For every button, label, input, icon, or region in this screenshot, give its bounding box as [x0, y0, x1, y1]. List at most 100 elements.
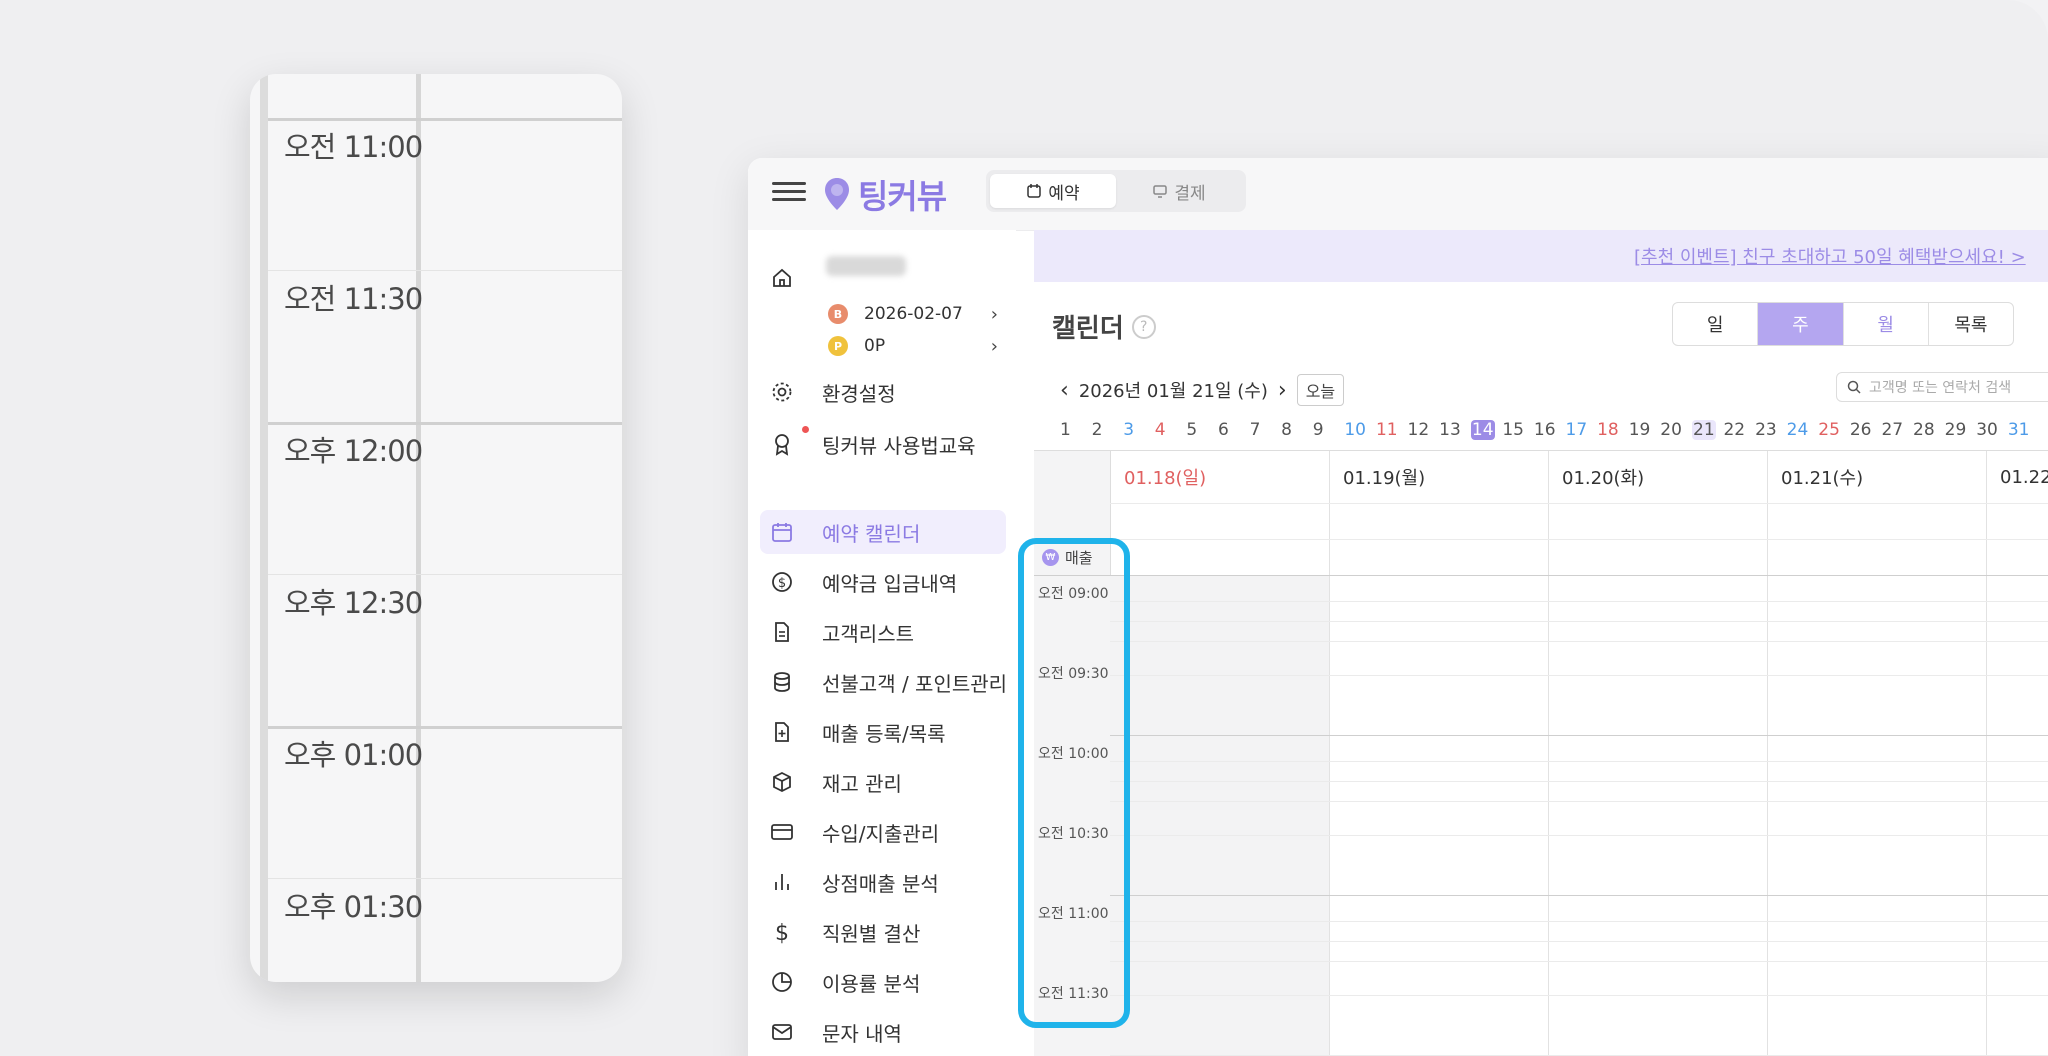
- page-title-text: 캘린더: [1052, 314, 1124, 344]
- zoom-slot: 오전 11:00: [268, 118, 622, 270]
- today-button[interactable]: 오늘: [1296, 374, 1345, 406]
- zoom-slot: 오후 12:30: [268, 574, 622, 726]
- current-date[interactable]: 2026년 01월 21일 (수): [1079, 377, 1268, 403]
- sidebar-item-education[interactable]: 팅커뷰 사용법교육: [768, 422, 976, 466]
- zoom-slot-label: 오후 12:30: [284, 586, 423, 620]
- day-number[interactable]: 20: [1660, 420, 1692, 440]
- row-line: [1110, 921, 2048, 922]
- help-icon[interactable]: ?: [1131, 314, 1156, 339]
- day-number[interactable]: 31: [2008, 420, 2040, 440]
- day-number[interactable]: 17: [1566, 420, 1598, 440]
- calendar-icon: [768, 518, 796, 546]
- day-number[interactable]: 16: [1534, 420, 1566, 440]
- tab-label: 예약: [1048, 183, 1080, 204]
- day-number[interactable]: 25: [1818, 420, 1850, 440]
- day-number[interactable]: 11: [1376, 420, 1408, 440]
- day-number[interactable]: 8: [1281, 420, 1313, 440]
- sidebar-item-income-expense[interactable]: 수입/지출관리: [768, 810, 939, 854]
- row-line: [1110, 781, 2048, 782]
- p-badge-icon: P: [828, 336, 848, 356]
- sidebar-item-prepaid[interactable]: 선불고객 / 포인트관리: [768, 660, 1007, 704]
- search-placeholder: 고객명 또는 연락처 검색: [1869, 380, 2012, 396]
- sidebar-item-sales[interactable]: 매출 등록/목록: [768, 710, 946, 754]
- day-number[interactable]: 22: [1723, 420, 1755, 440]
- customer-search-input[interactable]: 고객명 또는 연락처 검색: [1836, 372, 2048, 402]
- day-number[interactable]: 5: [1186, 420, 1218, 440]
- view-day[interactable]: 일: [1673, 303, 1759, 345]
- sidebar-item-inventory[interactable]: 재고 관리: [768, 760, 902, 804]
- sidebar-item-usage-analysis[interactable]: 이용률 분석: [768, 960, 920, 1004]
- points-value: 0P: [864, 336, 886, 356]
- chevron-right-icon[interactable]: ›: [1278, 378, 1287, 403]
- sidebar-item-settings[interactable]: 환경설정: [768, 370, 896, 414]
- day-number[interactable]: 29: [1945, 420, 1977, 440]
- day-number[interactable]: 18: [1597, 420, 1629, 440]
- brand-logo[interactable]: 팅커뷰: [822, 170, 947, 218]
- row-line: [1110, 735, 2048, 736]
- notification-dot: [802, 426, 809, 433]
- day-number[interactable]: 14: [1470, 420, 1495, 440]
- zoom-rail: [260, 74, 268, 982]
- sidebar-item-customers[interactable]: 고객리스트: [768, 610, 914, 654]
- sidebar-item-label: 환경설정: [822, 381, 896, 406]
- day-number[interactable]: 21: [1691, 420, 1716, 440]
- sidebar-item-calendar[interactable]: 예약 캘린더: [760, 510, 1006, 554]
- view-week[interactable]: 주: [1758, 303, 1844, 345]
- column-divider: [1329, 451, 1330, 1056]
- brand-name: 팅커뷰: [858, 177, 947, 216]
- day-number[interactable]: 6: [1218, 420, 1250, 440]
- column-header: 01.22: [2000, 466, 2048, 488]
- day-number[interactable]: 13: [1439, 420, 1471, 440]
- day-number[interactable]: 7: [1250, 420, 1282, 440]
- day-number[interactable]: 28: [1913, 420, 1945, 440]
- sidebar-item-staff-settlement[interactable]: $ 직원별 결산: [768, 910, 920, 954]
- day-number[interactable]: 10: [1344, 420, 1376, 440]
- pie-chart-icon: [768, 968, 796, 996]
- day-number[interactable]: 3: [1123, 420, 1155, 440]
- row-line: [1110, 641, 2048, 642]
- row-line: [1110, 835, 2048, 836]
- row-line: [1110, 895, 2048, 896]
- day-number[interactable]: 30: [1976, 420, 2008, 440]
- home-icon: [768, 264, 796, 292]
- day-number[interactable]: 2: [1092, 420, 1124, 440]
- sidebar-item-store-analysis[interactable]: 상점매출 분석: [768, 860, 939, 904]
- logo-pin-icon: [825, 178, 849, 210]
- points-row[interactable]: P 0P ›: [828, 336, 998, 357]
- chevron-left-icon[interactable]: ‹: [1060, 378, 1069, 403]
- day-number[interactable]: 27: [1881, 420, 1913, 440]
- day-number[interactable]: 1: [1060, 420, 1092, 440]
- column-divider: [1767, 451, 1768, 1056]
- row-line: [1110, 601, 2048, 602]
- tab-reservation[interactable]: 예약: [990, 174, 1116, 208]
- week-grid: 01.18(일) 01.19(월) 01.20(화) 01.21(수) 01.2…: [1034, 450, 2048, 1056]
- expiry-row[interactable]: B 2026-02-07 ›: [828, 304, 998, 325]
- day-number[interactable]: 24: [1787, 420, 1819, 440]
- badge-icon: [768, 426, 809, 458]
- day-number[interactable]: 26: [1850, 420, 1882, 440]
- search-icon: [1847, 380, 1861, 394]
- row-line: [1110, 761, 2048, 762]
- mode-switch: 예약 결제: [986, 170, 1246, 212]
- page-title: 캘린더 ?: [1052, 308, 1156, 345]
- dollar-circle-icon: $: [768, 568, 796, 596]
- day-number[interactable]: 23: [1755, 420, 1787, 440]
- menu-icon[interactable]: [772, 177, 806, 207]
- promo-link[interactable]: [추천 이벤트] 친구 초대하고 50일 혜택받으세요! >: [1634, 243, 2026, 269]
- row-line: [1110, 503, 2048, 504]
- tab-payment[interactable]: 결제: [1116, 174, 1242, 208]
- day-number[interactable]: 12: [1408, 420, 1440, 440]
- view-list[interactable]: 목록: [1929, 303, 2013, 345]
- sidebar-item-deposits[interactable]: $ 예약금 입금내역: [768, 560, 957, 604]
- sidebar-item-sms-history[interactable]: 문자 내역: [768, 1010, 902, 1054]
- top-bar: 팅커뷰 예약 결제: [748, 158, 2048, 231]
- day-number[interactable]: 4: [1155, 420, 1187, 440]
- sidebar-item-label: 팅커뷰 사용법교육: [822, 433, 976, 458]
- day-number[interactable]: 19: [1629, 420, 1661, 440]
- sidebar-item-home[interactable]: [768, 256, 822, 300]
- view-month[interactable]: 월: [1844, 303, 1929, 345]
- day-number[interactable]: 9: [1313, 420, 1345, 440]
- document-icon: [768, 618, 796, 646]
- expiry-date: 2026-02-07: [864, 304, 963, 324]
- day-number[interactable]: 15: [1502, 420, 1534, 440]
